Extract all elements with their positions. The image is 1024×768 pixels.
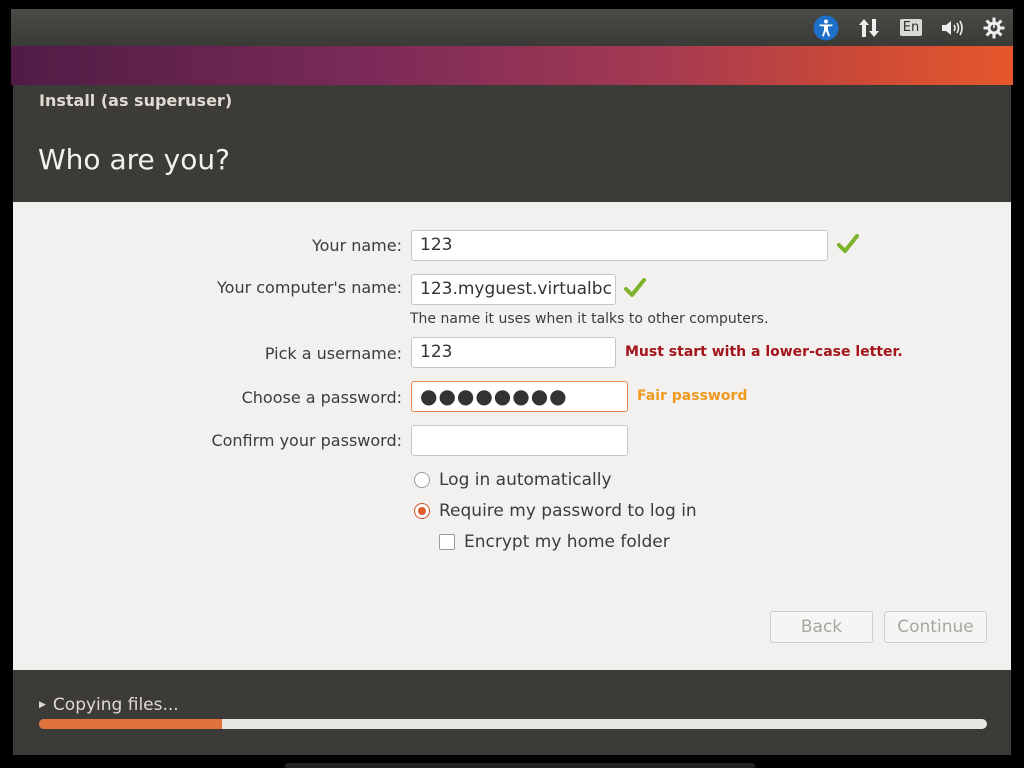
- progress-footer: ▶ Copying files...: [13, 670, 1011, 755]
- back-button[interactable]: Back: [770, 611, 873, 643]
- your-name-label: Your name:: [311, 236, 402, 255]
- computer-name-valid-check-icon: [624, 278, 646, 297]
- copying-files-expander[interactable]: ▶ Copying files...: [39, 695, 179, 715]
- name-valid-check-icon: [837, 234, 859, 253]
- volume-indicator[interactable]: [935, 9, 971, 46]
- require-password-radio[interactable]: [414, 503, 430, 519]
- gear-power-icon: [983, 17, 1005, 38]
- bottom-edge: [285, 763, 755, 768]
- computer-name-hint: The name it uses when it talks to other …: [410, 311, 769, 327]
- system-menu-indicator[interactable]: [978, 9, 1010, 46]
- require-password-option[interactable]: Require my password to log in: [414, 501, 697, 521]
- window-title: Install (as superuser): [39, 91, 233, 110]
- password-label: Choose a password:: [241, 388, 402, 407]
- computer-name-field[interactable]: 123.myguest.virtualbc: [411, 274, 616, 305]
- window-header: Install (as superuser) Who are you?: [13, 85, 1011, 202]
- password-strength-label: Fair password: [637, 388, 748, 404]
- encrypt-home-label: Encrypt my home folder: [464, 532, 670, 552]
- page-title: Who are you?: [38, 143, 230, 176]
- installer-window: Install (as superuser) Who are you? Your…: [13, 85, 1011, 755]
- computer-name-label: Your computer's name:: [217, 278, 402, 297]
- username-label: Pick a username:: [264, 344, 402, 363]
- continue-button[interactable]: Continue: [884, 611, 987, 643]
- install-progress-fill: [39, 719, 222, 729]
- keyboard-layout-label: En: [899, 19, 923, 36]
- username-field[interactable]: 123: [411, 337, 616, 368]
- network-indicator[interactable]: [854, 9, 884, 46]
- network-updown-icon: [859, 18, 879, 37]
- keyboard-layout-indicator[interactable]: En: [896, 9, 926, 46]
- top-panel: En: [11, 9, 1013, 46]
- accessibility-icon: [813, 15, 839, 40]
- encrypt-home-option[interactable]: Encrypt my home folder: [439, 532, 670, 552]
- volume-icon: [942, 20, 963, 35]
- confirm-password-label: Confirm your password:: [211, 431, 402, 450]
- login-automatically-option[interactable]: Log in automatically: [414, 470, 612, 490]
- require-password-label: Require my password to log in: [439, 501, 697, 521]
- copying-files-label: Copying files...: [52, 695, 179, 715]
- desktop-wallpaper: [11, 46, 1013, 85]
- username-error-message: Must start with a lower-case letter.: [625, 344, 903, 360]
- encrypt-home-checkbox[interactable]: [439, 534, 455, 550]
- expander-arrow-icon: ▶: [39, 700, 46, 710]
- confirm-password-field[interactable]: [411, 425, 628, 456]
- password-field[interactable]: ●●●●●●●●: [411, 381, 628, 412]
- login-automatically-radio[interactable]: [414, 472, 430, 488]
- install-progress-bar: [39, 719, 987, 729]
- your-name-field[interactable]: 123: [411, 230, 828, 261]
- accessibility-indicator[interactable]: [811, 9, 841, 46]
- login-automatically-label: Log in automatically: [439, 470, 612, 490]
